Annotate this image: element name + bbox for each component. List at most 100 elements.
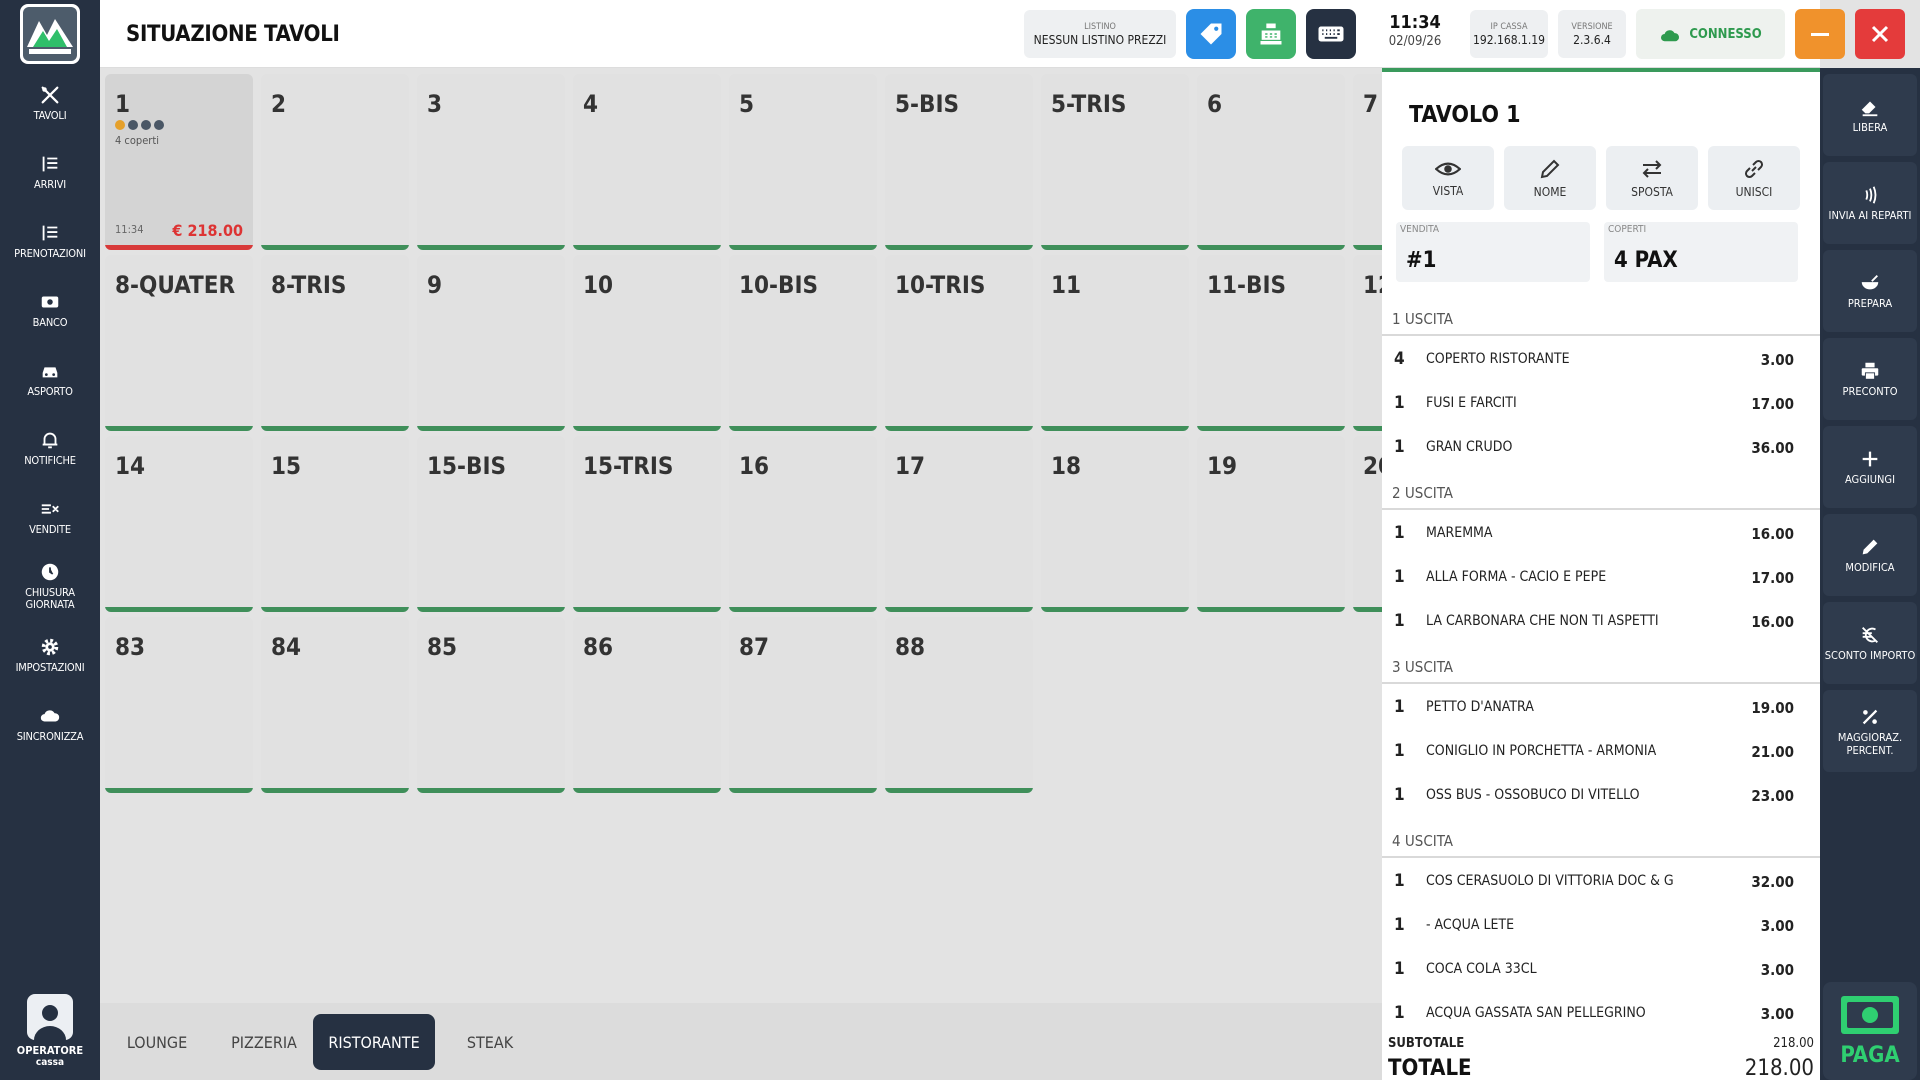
table-tile[interactable]: 83 <box>105 617 253 793</box>
minimize-button[interactable] <box>1795 9 1845 59</box>
nav-arrivi[interactable]: ARRIVI <box>0 139 100 205</box>
table-status-bar <box>1353 607 1382 612</box>
table-tile[interactable]: 10-BIS <box>729 255 877 431</box>
version-value: 2.3.6.4 <box>1573 32 1611 47</box>
table-tile[interactable]: 7 <box>1353 74 1382 250</box>
table-tile[interactable]: 16 <box>729 436 877 612</box>
percent-surcharge-button[interactable]: MAGGIORAZ. PERCENT. <box>1823 690 1917 772</box>
listino-label: LISTINO <box>1084 21 1116 32</box>
table-status-bar <box>417 426 565 431</box>
table-tile[interactable]: 5 <box>729 74 877 250</box>
table-status-bar <box>261 788 409 793</box>
order-line[interactable]: 1 ACQUA GASSATA SAN PELLEGRINO 3.00 <box>1382 992 1820 1036</box>
order-line[interactable]: 1 PETTO D'ANATRA 19.00 <box>1382 686 1820 730</box>
connection-status[interactable]: CONNESSO <box>1636 9 1785 59</box>
table-tile[interactable]: 17 <box>885 436 1033 612</box>
nav-tavoli[interactable]: TAVOLI <box>0 70 100 136</box>
tab-steak[interactable]: STEAK <box>445 1014 535 1070</box>
discount-amount-button[interactable]: SCONTO IMPORTO <box>1823 602 1917 684</box>
order-line[interactable]: 1 COCA COLA 33CL 3.00 <box>1382 948 1820 992</box>
preconto-label: PRECONTO <box>1842 385 1898 398</box>
prepare-button[interactable]: PREPARA <box>1823 250 1917 332</box>
tab-pizzeria[interactable]: PIZZERIA <box>214 1014 314 1070</box>
table-tile[interactable]: 18 <box>1041 436 1189 612</box>
table-tile[interactable]: 19 <box>1197 436 1345 612</box>
view-button[interactable]: VISTA <box>1402 146 1494 210</box>
free-table-button[interactable]: LIBERA <box>1823 74 1917 156</box>
order-line[interactable]: 1 OSS BUS - OSSOBUCO DI VITELLO 23.00 <box>1382 774 1820 818</box>
order-line[interactable]: 1 GRAN CRUDO 36.00 <box>1382 426 1820 470</box>
nav-asporto[interactable]: ASPORTO <box>0 346 100 412</box>
move-button[interactable]: SPOSTA <box>1606 146 1698 210</box>
tab-ristorante[interactable]: RISTORANTE <box>313 1014 435 1070</box>
table-status-bar <box>105 788 253 793</box>
add-item-button[interactable]: AGGIUNGI <box>1823 426 1917 508</box>
line-price: 3.00 <box>1760 351 1794 369</box>
order-line[interactable]: 1 CONIGLIO IN PORCHETTA - ARMONIA 21.00 <box>1382 730 1820 774</box>
table-status-bar <box>261 607 409 612</box>
covers-info[interactable]: COPERTI 4 PAX <box>1604 222 1798 282</box>
close-button[interactable] <box>1855 9 1905 59</box>
table-tile[interactable]: 10-TRIS <box>885 255 1033 431</box>
table-number: 88 <box>895 633 926 661</box>
edit-button[interactable]: MODIFICA <box>1823 514 1917 596</box>
pay-button[interactable]: PAGA <box>1823 982 1917 1080</box>
table-tile[interactable]: 15 <box>261 436 409 612</box>
nav-notifiche[interactable]: NOTIFICHE <box>0 415 100 481</box>
nav-banco[interactable]: BANCO <box>0 277 100 343</box>
table-tile[interactable]: 14 <box>105 436 253 612</box>
table-tile[interactable]: 5-TRIS <box>1041 74 1189 250</box>
table-tile[interactable]: 15-TRIS <box>573 436 721 612</box>
table-tile[interactable]: 85 <box>417 617 565 793</box>
table-tile[interactable]: 1 4 coperti 11:34 € 218.00 <box>105 74 253 250</box>
order-line[interactable]: 1 MAREMMA 16.00 <box>1382 512 1820 556</box>
listino-selector[interactable]: LISTINO NESSUN LISTINO PREZZI <box>1024 10 1176 58</box>
nav-sincronizza[interactable]: SINCRONIZZA <box>0 691 100 757</box>
table-tile[interactable]: 6 <box>1197 74 1345 250</box>
table-tile[interactable]: 2 <box>261 74 409 250</box>
table-number: 10-BIS <box>739 271 819 299</box>
nav-prenotazioni[interactable]: PRENOTAZIONI <box>0 208 100 274</box>
order-line[interactable]: 4 COPERTO RISTORANTE 3.00 <box>1382 338 1820 382</box>
order-line[interactable]: 1 - ACQUA LETE 3.00 <box>1382 904 1820 948</box>
keyboard-button[interactable] <box>1306 9 1356 59</box>
table-tile[interactable]: 20 <box>1353 436 1382 612</box>
total-label: TOTALE <box>1388 1056 1472 1080</box>
nav-chiusura-giornata[interactable]: CHIUSURA GIORNATA <box>0 553 100 619</box>
merge-button[interactable]: UNISCI <box>1708 146 1800 210</box>
nav-vendite[interactable]: VENDITE <box>0 484 100 550</box>
table-tile[interactable]: 15-BIS <box>417 436 565 612</box>
table-tile[interactable]: 87 <box>729 617 877 793</box>
table-tile[interactable]: 9 <box>417 255 565 431</box>
nav-impostazioni[interactable]: IMPOSTAZIONI <box>0 622 100 688</box>
tag-button[interactable] <box>1186 9 1236 59</box>
table-tile[interactable]: 8-QUATER <box>105 255 253 431</box>
nav-label: NOTIFICHE <box>24 454 76 467</box>
table-tile[interactable]: 11-BIS <box>1197 255 1345 431</box>
table-status-bar <box>261 245 409 250</box>
table-tile[interactable]: 10 <box>573 255 721 431</box>
operator-profile[interactable]: OPERATORE cassa <box>0 994 100 1068</box>
table-tile[interactable]: 4 <box>573 74 721 250</box>
table-tile[interactable]: 84 <box>261 617 409 793</box>
table-tile[interactable]: 3 <box>417 74 565 250</box>
table-tile[interactable]: 88 <box>885 617 1033 793</box>
eye-icon <box>1435 162 1461 176</box>
order-line[interactable]: 1 ALLA FORMA - CACIO E PEPE 17.00 <box>1382 556 1820 600</box>
tab-lounge[interactable]: LOUNGE <box>110 1014 204 1070</box>
send-departments-button[interactable]: INVIA AI REPARTI <box>1823 162 1917 244</box>
table-tile[interactable]: 5-BIS <box>885 74 1033 250</box>
table-number: 4 <box>583 90 599 118</box>
table-tile[interactable]: 11 <box>1041 255 1189 431</box>
table-tile[interactable]: 8-TRIS <box>261 255 409 431</box>
table-number: 5-BIS <box>895 90 960 118</box>
table-tile[interactable]: 86 <box>573 617 721 793</box>
preconto-button[interactable]: PRECONTO <box>1823 338 1917 420</box>
table-tile[interactable]: 12 <box>1353 255 1382 431</box>
rename-button[interactable]: NOME <box>1504 146 1596 210</box>
order-line[interactable]: 1 FUSI E FARCITI 17.00 <box>1382 382 1820 426</box>
cash-register-icon <box>1260 23 1282 45</box>
order-line[interactable]: 1 COS CERASUOLO DI VITTORIA DOC & G 32.00 <box>1382 860 1820 904</box>
order-line[interactable]: 1 LA CARBONARA CHE NON TI ASPETTI 16.00 <box>1382 600 1820 644</box>
cash-register-button[interactable] <box>1246 9 1296 59</box>
